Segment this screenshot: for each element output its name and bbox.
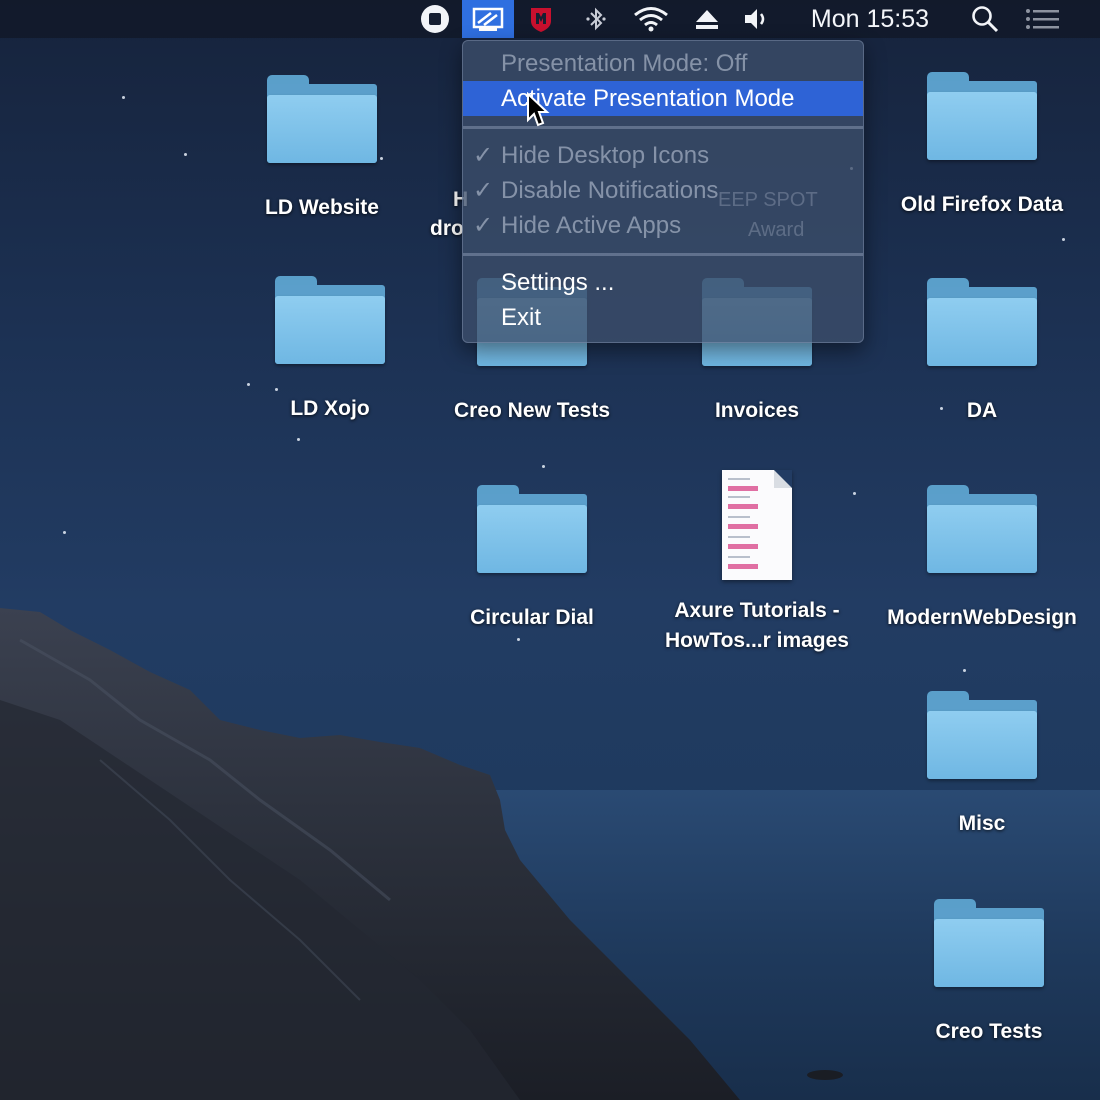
desktop-folder-creo-tests[interactable]: Creo Tests	[879, 899, 1099, 1047]
desktop-folder-old-firefox-data[interactable]: Old Firefox Data	[872, 72, 1092, 220]
stop-record-icon[interactable]	[414, 0, 456, 38]
icon-label: Circular Dial	[470, 606, 594, 629]
icon-label: Misc	[958, 812, 1006, 835]
mcafee-icon[interactable]	[522, 0, 560, 38]
desktop: Mon 15:53 LD Website H dro Old Firefox D…	[0, 0, 1100, 1100]
menu-item-label: Disable Notifications	[501, 176, 719, 204]
document-thumbnail-icon	[722, 470, 792, 580]
menubar-clock[interactable]: Mon 15:53	[800, 0, 940, 38]
eject-icon[interactable]	[690, 0, 724, 38]
folder-icon	[267, 75, 377, 163]
folder-icon	[934, 899, 1044, 987]
partial-label: dro	[430, 217, 464, 240]
menu-item-label: Hide Desktop Icons	[501, 141, 710, 169]
desktop-folder-modernwebdesign[interactable]: ModernWebDesign	[872, 485, 1092, 633]
mouse-cursor-icon	[527, 92, 550, 127]
wifi-icon[interactable]	[628, 0, 674, 38]
desktop-folder-ld-xojo[interactable]: LD Xojo	[220, 276, 440, 424]
menu-item-exit[interactable]: Exit	[463, 300, 863, 335]
volume-icon[interactable]	[738, 0, 776, 38]
desktop-folder-misc[interactable]: Misc	[872, 691, 1092, 839]
menu-item-hide-active-apps[interactable]: ✓ Hide Active Apps	[463, 208, 863, 243]
icon-label: Old Firefox Data	[900, 193, 1064, 216]
presentation-mode-icon[interactable]	[462, 0, 514, 38]
menu-bar: Mon 15:53	[0, 0, 1100, 38]
menu-item-activate-presentation-mode[interactable]: Activate Presentation Mode	[463, 81, 863, 116]
notification-center-icon[interactable]	[1020, 0, 1066, 38]
menu-item-hide-desktop-icons[interactable]: ✓ Hide Desktop Icons	[463, 138, 863, 173]
menu-item-label: Hide Active Apps	[501, 211, 682, 239]
desktop-folder-ld-website[interactable]: LD Website	[212, 75, 432, 223]
menu-item-settings[interactable]: Settings ...	[463, 265, 863, 300]
icon-label: LD Xojo	[290, 397, 370, 420]
spotlight-search-icon[interactable]	[965, 0, 1005, 38]
desktop-folder-da[interactable]: DA	[872, 278, 1092, 426]
folder-icon	[927, 72, 1037, 160]
desktop-file-axure-tutorials[interactable]: Axure Tutorials - HowTos...r images	[647, 470, 867, 656]
icon-label: Creo Tests	[935, 1020, 1043, 1043]
presentation-mode-menu: EEP SPOT Award Presentation Mode: Off Ac…	[462, 40, 864, 343]
menu-item-disable-notifications[interactable]: ✓ Disable Notifications	[463, 173, 863, 208]
icon-label: LD Website	[265, 196, 379, 219]
icon-label: Axure Tutorials - HowTos...r images	[665, 599, 849, 652]
bluetooth-icon[interactable]	[578, 0, 614, 38]
icon-label: ModernWebDesign	[887, 606, 1077, 629]
desktop-folder-circular-dial[interactable]: Circular Dial	[422, 485, 642, 633]
icon-label: Creo New Tests	[454, 399, 610, 422]
icon-label: Invoices	[714, 399, 800, 422]
folder-icon	[275, 276, 385, 364]
folder-icon	[927, 485, 1037, 573]
folder-icon	[477, 485, 587, 573]
checkmark-icon: ✓	[473, 177, 494, 204]
checkmark-icon: ✓	[473, 142, 494, 169]
checkmark-icon: ✓	[473, 212, 494, 239]
folder-icon	[927, 691, 1037, 779]
menu-separator	[463, 126, 863, 129]
icon-label: DA	[966, 399, 998, 422]
folder-icon	[927, 278, 1037, 366]
menu-item-status: Presentation Mode: Off	[501, 49, 748, 77]
menu-separator	[463, 253, 863, 256]
